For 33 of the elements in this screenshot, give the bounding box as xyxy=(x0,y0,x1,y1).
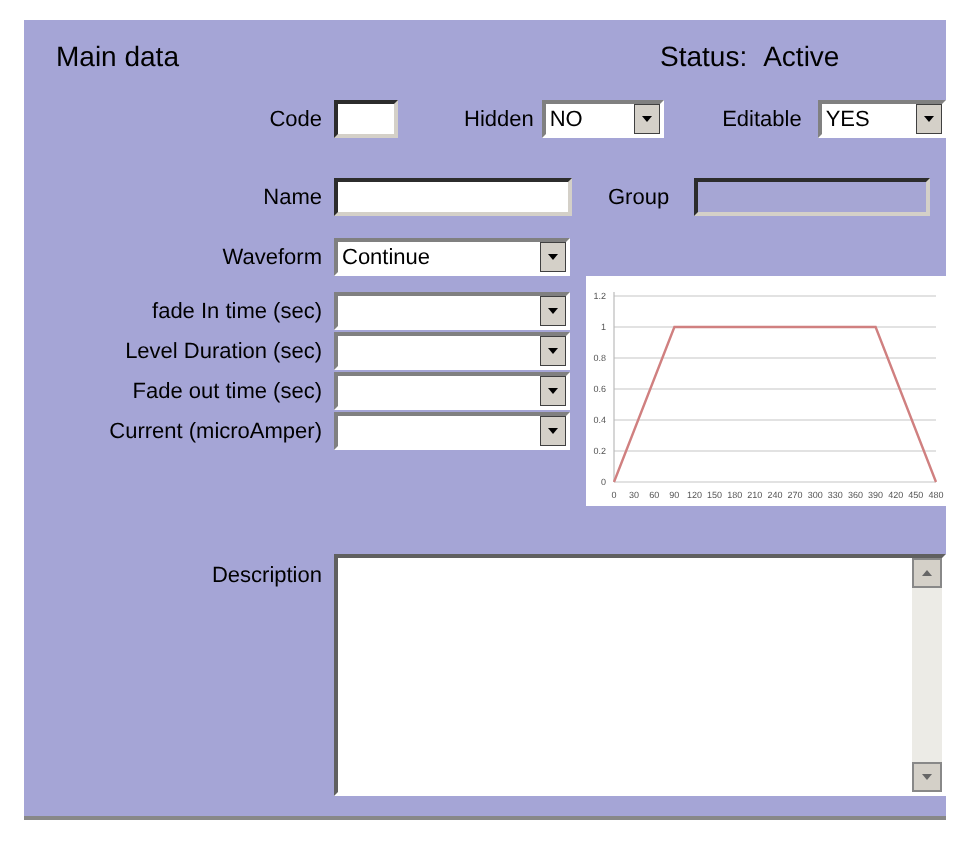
dropdown[interactable]: Continue xyxy=(334,238,570,276)
scroll-up-icon[interactable] xyxy=(912,558,942,588)
field-label: Level Duration (sec) xyxy=(123,339,322,363)
dropdown[interactable]: NO xyxy=(541,100,665,138)
scroll-down-icon[interactable] xyxy=(912,762,942,792)
status-value: Active xyxy=(763,40,840,72)
dropdown-arrow-icon[interactable] xyxy=(540,336,566,366)
description-field[interactable] xyxy=(334,554,946,796)
section-title: Main data xyxy=(56,40,181,72)
field-label: Code xyxy=(267,107,322,131)
dropdown[interactable] xyxy=(334,372,570,410)
dropdown[interactable] xyxy=(334,332,570,370)
dropdown-arrow-icon[interactable] xyxy=(540,376,566,406)
code-field[interactable] xyxy=(334,100,398,138)
field-label: fade In time (sec) xyxy=(150,299,322,323)
status-label: Status: xyxy=(660,40,748,72)
dropdown-arrow-icon[interactable] xyxy=(916,104,942,134)
name-field[interactable] xyxy=(334,178,572,216)
dropdown-arrow-icon[interactable] xyxy=(540,416,566,446)
dropdown[interactable] xyxy=(334,292,570,330)
field-label: Fade out time (sec) xyxy=(130,379,322,403)
dropdown-arrow-icon[interactable] xyxy=(634,104,661,134)
field-label: Description xyxy=(209,564,322,588)
field-label: Group xyxy=(608,185,670,209)
field-label: Waveform xyxy=(220,245,322,269)
field-label: Editable xyxy=(722,107,802,131)
field-label: Name xyxy=(261,185,322,209)
dropdown-arrow-icon[interactable] xyxy=(540,296,566,326)
dropdown[interactable] xyxy=(334,412,570,450)
field-label: Current (microAmper) xyxy=(107,419,322,443)
dropdown[interactable]: YES xyxy=(817,100,946,138)
field-label: Hidden xyxy=(464,107,534,131)
dropdown-arrow-icon[interactable] xyxy=(540,242,566,272)
